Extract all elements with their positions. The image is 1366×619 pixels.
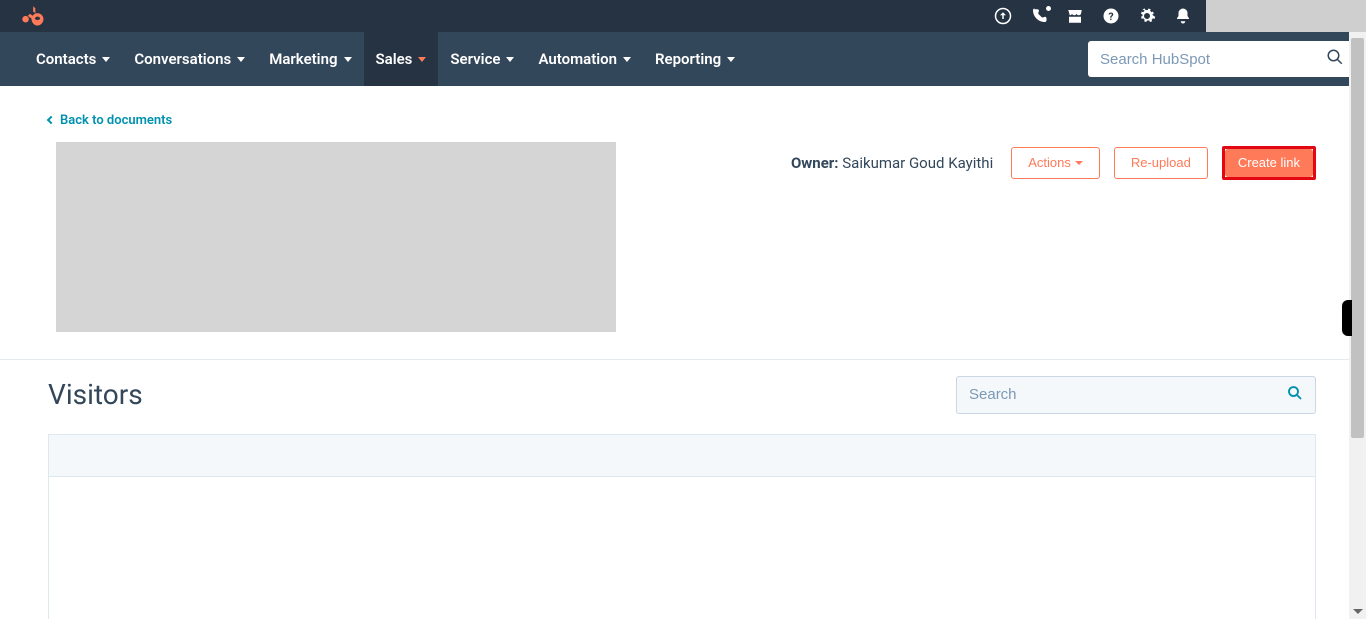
- create-link-label: Create link: [1238, 155, 1300, 170]
- nav-conversations[interactable]: Conversations: [122, 32, 257, 86]
- topbar-actions: ?: [994, 0, 1198, 32]
- account-menu[interactable]: [1206, 0, 1366, 32]
- scrollbar-thumb[interactable]: [1351, 38, 1364, 438]
- chevron-down-icon: [1075, 161, 1083, 165]
- document-hero: Owner: Saikumar Goud Kayithi Actions Re-…: [0, 142, 1366, 360]
- help-icon[interactable]: ?: [1102, 7, 1120, 25]
- page-content: Back to documents Owner: Saikumar Goud K…: [0, 86, 1366, 619]
- visitors-section: Visitors: [0, 376, 1366, 619]
- nav-label: Marketing: [269, 50, 337, 68]
- document-actions: Owner: Saikumar Goud Kayithi Actions Re-…: [791, 146, 1316, 180]
- marketplace-icon[interactable]: [1066, 7, 1084, 25]
- visitors-table-body: [49, 477, 1315, 619]
- visitors-search: [956, 376, 1316, 414]
- create-link-button[interactable]: Create link: [1225, 149, 1313, 177]
- nav-label: Reporting: [655, 50, 721, 68]
- svg-text:?: ?: [1108, 10, 1113, 23]
- nav-contacts[interactable]: Contacts: [24, 32, 122, 86]
- calling-icon[interactable]: [1030, 7, 1048, 25]
- visitors-search-input[interactable]: [956, 376, 1316, 414]
- upgrade-icon[interactable]: [994, 7, 1012, 25]
- chevron-down-icon: [727, 57, 735, 62]
- nav-label: Automation: [538, 50, 617, 68]
- actions-dropdown[interactable]: Actions: [1011, 147, 1100, 179]
- chevron-down-icon: [102, 57, 110, 62]
- nav-sales[interactable]: Sales: [364, 32, 439, 86]
- search-icon: [1286, 384, 1304, 406]
- owner-name: Saikumar Goud Kayithi: [842, 154, 993, 172]
- chevron-down-icon: [237, 57, 245, 62]
- primary-nav: Contacts Conversations Marketing Sales S…: [0, 32, 1366, 86]
- chevron-down-icon: [623, 57, 631, 62]
- nav-automation[interactable]: Automation: [526, 32, 643, 86]
- nav-label: Service: [450, 50, 500, 68]
- chevron-down-icon: [344, 57, 352, 62]
- scroll-down-arrow[interactable]: [1349, 602, 1366, 619]
- nav-service[interactable]: Service: [438, 32, 526, 86]
- nav-marketing[interactable]: Marketing: [257, 32, 363, 86]
- nav-label: Conversations: [134, 50, 231, 68]
- visitors-heading: Visitors: [48, 378, 143, 411]
- nav-label: Sales: [376, 50, 413, 68]
- visitors-table-header: [49, 435, 1315, 477]
- chevron-left-icon: [47, 116, 55, 124]
- notifications-icon[interactable]: [1174, 7, 1192, 25]
- owner-label: Owner:: [791, 154, 839, 172]
- nav-reporting[interactable]: Reporting: [643, 32, 747, 86]
- global-search-input[interactable]: [1088, 41, 1354, 77]
- document-preview-placeholder: [56, 142, 616, 332]
- reupload-label: Re-upload: [1131, 155, 1191, 170]
- settings-icon[interactable]: [1138, 7, 1156, 25]
- chevron-down-icon: [506, 57, 514, 62]
- topbar: ?: [0, 0, 1366, 32]
- hubspot-logo[interactable]: [18, 4, 44, 30]
- nav-label: Contacts: [36, 50, 96, 68]
- feedback-tab[interactable]: [1342, 300, 1352, 336]
- reupload-button[interactable]: Re-upload: [1114, 147, 1208, 179]
- back-to-documents-link[interactable]: Back to documents: [48, 113, 172, 128]
- owner-display: Owner: Saikumar Goud Kayithi: [791, 154, 993, 172]
- global-search: [1088, 41, 1354, 77]
- back-label: Back to documents: [60, 113, 172, 128]
- create-link-highlight: Create link: [1222, 146, 1316, 180]
- chevron-down-icon: [418, 57, 426, 62]
- actions-label: Actions: [1028, 155, 1071, 170]
- visitors-table: [48, 434, 1316, 619]
